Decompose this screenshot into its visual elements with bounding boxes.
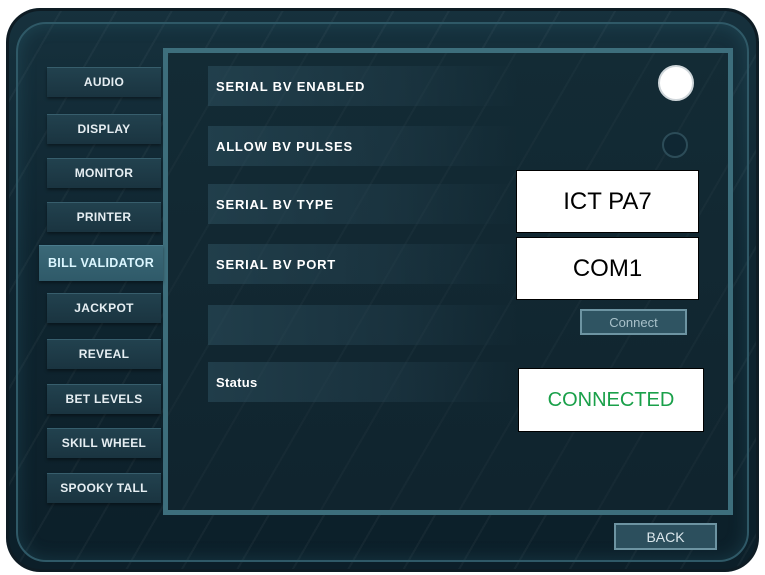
- sidebar-item-display[interactable]: DISPLAY: [47, 114, 161, 144]
- sidebar-item-spooky-tall[interactable]: SPOOKY TALL: [47, 473, 161, 503]
- sidebar-item-audio[interactable]: AUDIO: [47, 67, 161, 97]
- sidebar-item-bet-levels[interactable]: BET LEVELS: [47, 384, 161, 414]
- sidebar-item-reveal[interactable]: REVEAL: [47, 339, 161, 369]
- sidebar-item-printer[interactable]: PRINTER: [47, 202, 161, 232]
- serial-bv-port-value[interactable]: COM1: [516, 237, 699, 300]
- serial-bv-enabled-toggle[interactable]: [658, 65, 694, 101]
- connect-button[interactable]: Connect: [580, 309, 687, 335]
- serial-bv-enabled-label: SERIAL BV ENABLED: [208, 66, 518, 106]
- sidebar-item-jackpot[interactable]: JACKPOT: [47, 293, 161, 323]
- sidebar-item-monitor[interactable]: MONITOR: [47, 158, 161, 188]
- serial-bv-type-label: SERIAL BV TYPE: [208, 184, 518, 224]
- serial-bv-type-value[interactable]: ICT PA7: [516, 170, 699, 233]
- allow-bv-pulses-toggle[interactable]: [662, 132, 688, 158]
- status-value: CONNECTED: [518, 368, 704, 432]
- connect-row: [208, 305, 518, 345]
- serial-bv-port-label: SERIAL BV PORT: [208, 244, 518, 284]
- allow-bv-pulses-label: ALLOW BV PULSES: [208, 126, 518, 166]
- sidebar-item-skill-wheel[interactable]: SKILL WHEEL: [47, 428, 161, 458]
- sidebar-item-bill-validator[interactable]: BILL VALIDATOR: [39, 245, 163, 281]
- back-button[interactable]: BACK: [614, 523, 717, 550]
- status-label: Status: [208, 362, 518, 402]
